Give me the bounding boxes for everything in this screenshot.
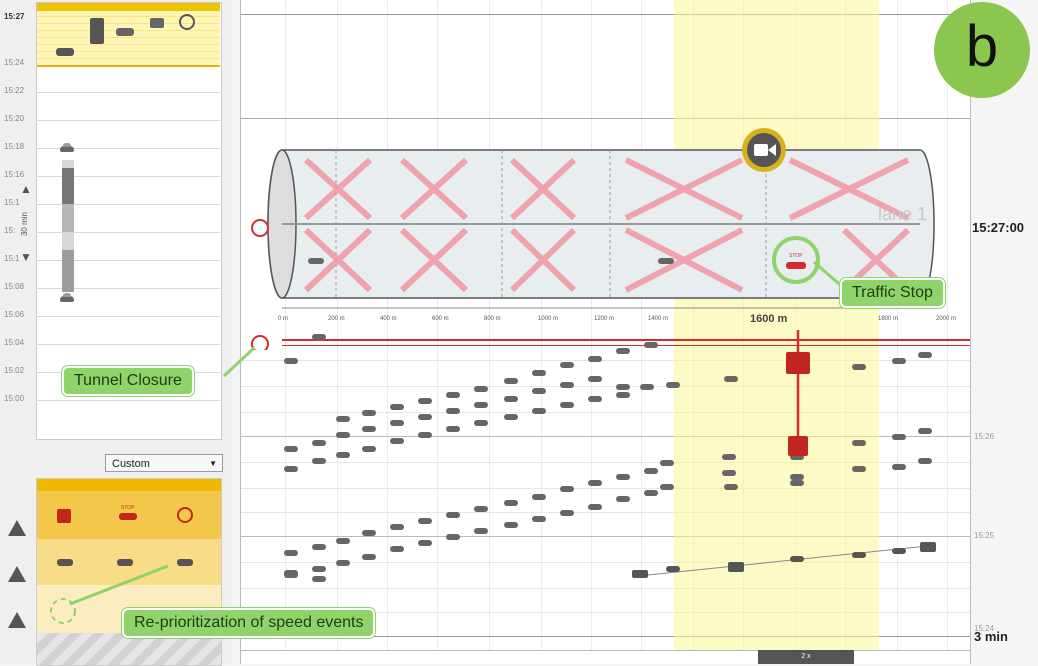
tunnel-closure-callout: Tunnel Closure: [62, 366, 194, 396]
traffic-stop-callout: Traffic Stop: [840, 278, 945, 308]
reprioritization-callout: Re-prioritization of speed events: [122, 608, 376, 638]
callout-connectors: [69, 260, 847, 606]
